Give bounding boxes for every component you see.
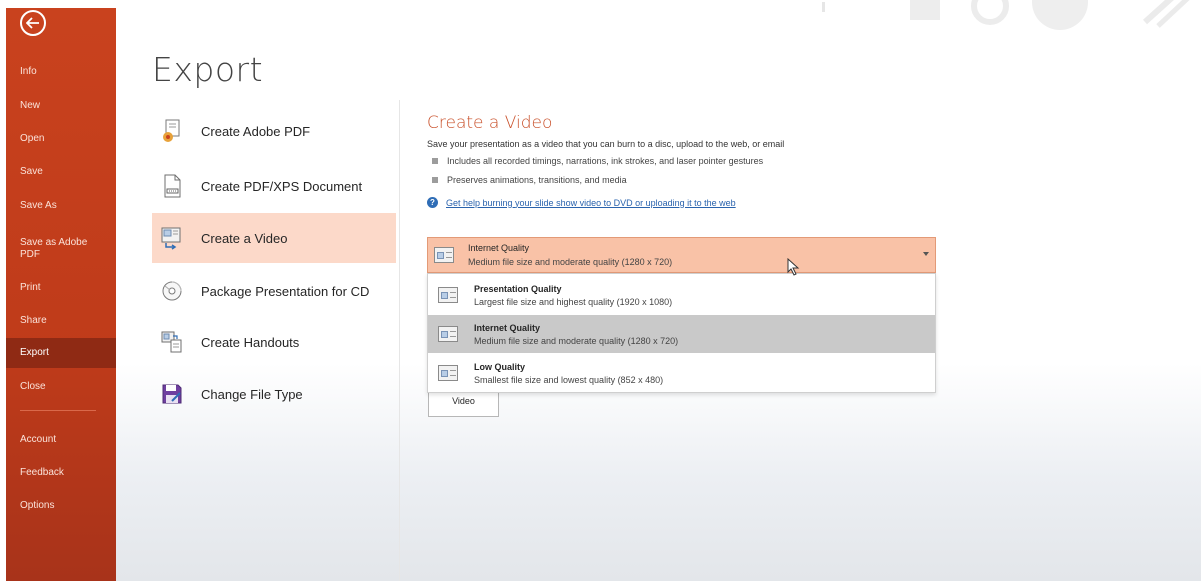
quality-option-low[interactable]: Low Quality Smallest file size and lowes… [428,354,935,392]
bullet-text: Preserves animations, transitions, and m… [447,175,627,185]
option-package-presentation-cd[interactable]: Package Presentation for CD [152,266,396,316]
nav-item-close[interactable]: Close [6,372,116,402]
help-link[interactable]: Get help burning your slide show video t… [446,198,736,208]
quality-subtitle: Medium file size and moderate quality (1… [468,257,673,267]
nav-item-label: Options [20,500,55,511]
quality-option-title: Low Quality [474,361,526,372]
bullet-item: Includes all recorded timings, narration… [432,156,763,166]
quality-option-title: Presentation Quality [474,283,562,294]
option-label: Package Presentation for CD [201,283,370,299]
panel-divider [399,100,400,581]
quality-dropdown[interactable]: Internet Quality Medium file size and mo… [427,237,936,273]
nav-item-save-as-adobe-pdf[interactable]: Save as Adobe PDF [6,234,116,264]
chevron-down-icon[interactable] [923,252,929,256]
nav-item-export[interactable]: Export [6,338,116,368]
nav-item-label: New [20,100,41,111]
nav-item-account[interactable]: Account [6,425,116,455]
option-create-adobe-pdf[interactable]: Create Adobe PDF [152,106,396,156]
nav-item-label: Print [20,282,41,293]
quality-option-subtitle: Smallest file size and lowest quality (8… [474,374,664,385]
save-file-type-icon [160,382,184,406]
mouse-cursor-icon [787,258,800,276]
nav-item-save[interactable]: Save [6,157,116,187]
adobe-pdf-icon [160,119,184,143]
quality-option-presentation[interactable]: Presentation Quality Largest file size a… [428,276,935,314]
handouts-icon [160,330,184,354]
backstage-nav: Info New Open Save Save As Save as Adobe… [6,8,116,581]
quality-option-internet[interactable]: Internet Quality Medium file size and mo… [428,315,935,353]
help-icon: ? [427,197,438,208]
option-create-handouts[interactable]: Create Handouts [152,317,396,367]
section-title: Create a Video [427,113,553,133]
nav-item-print[interactable]: Print [6,273,116,303]
quality-dropdown-text: Internet Quality Medium file size and mo… [468,243,672,267]
option-create-video[interactable]: Create a Video [152,213,396,263]
nav-item-label: Close [20,381,46,392]
decorative-header-graphic [822,0,1190,30]
page-title: Export [152,50,264,89]
option-label: Create Handouts [201,334,300,350]
option-label: Change File Type [201,386,303,402]
bullet-square-icon [432,177,438,183]
nav-item-label: Export [20,347,49,358]
bullet-item: Preserves animations, transitions, and m… [432,175,627,185]
quality-title: Internet Quality [468,243,530,253]
option-change-file-type[interactable]: Change File Type [152,369,396,419]
nav-item-label: Save [20,166,43,177]
nav-item-label: Save as Adobe PDF [20,237,88,260]
bullet-text: Includes all recorded timings, narration… [447,156,764,166]
nav-item-share[interactable]: Share [6,306,116,336]
nav-item-label: Save As [20,200,57,211]
nav-divider [20,410,96,411]
quality-option-subtitle: Medium file size and moderate quality (1… [474,335,679,346]
option-label: Create PDF/XPS Document [201,178,363,194]
help-row: ? Get help burning your slide show video… [427,197,736,208]
option-create-pdf-xps[interactable]: Create PDF/XPS Document [152,161,396,211]
nav-item-open[interactable]: Open [6,124,116,154]
bullet-square-icon [432,158,438,164]
nav-item-info[interactable]: Info [6,57,116,87]
video-icon [160,226,184,250]
nav-item-label: Share [20,315,47,326]
quality-dropdown-list: Presentation Quality Largest file size a… [427,273,936,393]
quality-icon [438,326,458,342]
section-description: Save your presentation as a video that y… [427,139,785,149]
nav-item-save-as[interactable]: Save As [6,191,116,221]
nav-item-label: Feedback [20,467,64,478]
quality-option-subtitle: Largest file size and highest quality (1… [474,296,673,307]
quality-icon [438,287,458,303]
nav-item-label: Info [20,66,37,77]
quality-option-title: Internet Quality [474,322,541,333]
quality-icon [438,365,458,381]
quality-icon [434,247,454,263]
nav-item-label: Account [20,434,57,445]
nav-item-options[interactable]: Options [6,491,116,521]
cd-icon [160,279,184,303]
nav-item-new[interactable]: New [6,91,116,121]
nav-item-feedback[interactable]: Feedback [6,458,116,488]
back-arrow-icon [26,17,39,29]
pdf-xps-document-icon [160,174,184,198]
option-label: Create Adobe PDF [201,123,311,139]
nav-item-label: Open [20,133,45,144]
back-button[interactable] [20,10,46,36]
option-label: Create a Video [201,230,288,246]
